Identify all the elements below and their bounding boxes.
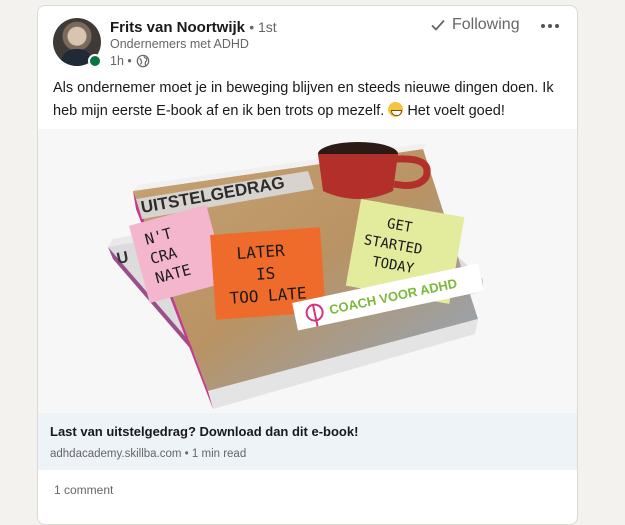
link-domain: adhdacademy.skillba.com [50,448,182,460]
feed-post-card: Frits van Noortwijk • 1st Ondernemers me… [37,5,578,525]
more-options-button[interactable] [538,14,562,38]
post-header: Frits van Noortwijk • 1st Ondernemers me… [38,6,577,72]
online-status-indicator [88,54,102,68]
author-line: Frits van Noortwijk • 1st [110,18,277,37]
post-text-line: heb mijn eerste E-book af en ik ben trot… [53,100,563,123]
ellipsis-dot [555,24,559,28]
post-time: 1h • [110,54,132,68]
check-icon [431,19,445,31]
ellipsis-icon [541,24,545,28]
link-read-time: • 1 min read [184,448,247,460]
globe-icon [136,54,150,68]
author-name[interactable]: Frits van Noortwijk [110,19,245,36]
link-meta: adhdacademy.skillba.com • 1 min read [50,448,246,460]
post-text: Als ondernemer moet je in beweging blijv… [53,77,563,123]
ebook-cover-illustration: U UITSTELGEDRAG N'T CRA NATE LATER IS TO… [108,142,484,409]
orange-note-line: LATER [236,241,286,263]
post-text-part: heb mijn eerste E-book af en ik ben trot… [53,103,385,119]
post-text-line: Als ondernemer moet je in beweging blijv… [53,80,554,96]
ellipsis-dot [548,24,552,28]
post-image[interactable]: U UITSTELGEDRAG N'T CRA NATE LATER IS TO… [38,129,577,413]
grinning-face-emoji-icon [388,102,404,117]
following-button[interactable]: Following [430,16,520,34]
connection-degree: • 1st [249,19,277,35]
comments-count[interactable]: 1 comment [54,483,113,497]
post-meta: 1h • [110,54,150,68]
post-text-part: Het voelt goed! [407,103,505,119]
following-label: Following [452,16,520,33]
author-headline: Ondernemers met ADHD [110,37,249,51]
link-title[interactable]: Last van uitstelgedrag? Download dan dit… [50,424,358,439]
link-preview[interactable]: Last van uitstelgedrag? Download dan dit… [38,413,577,470]
orange-note-line: IS [255,264,276,284]
